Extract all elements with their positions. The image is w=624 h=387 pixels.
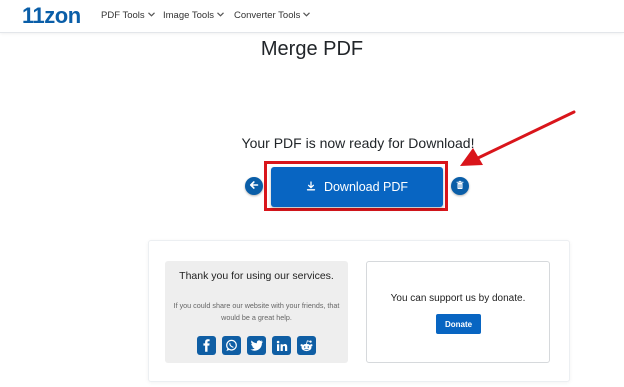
nav-converter-tools-label: Converter Tools <box>234 10 301 21</box>
thank-you-subtitle: If you could share our website with your… <box>173 301 340 322</box>
facebook-icon[interactable] <box>197 336 216 355</box>
nav-image-tools-label: Image Tools <box>163 10 215 21</box>
download-icon <box>306 180 316 194</box>
annotation-arrow-icon <box>460 110 576 166</box>
site-logo[interactable]: 11zon <box>22 3 81 29</box>
reddit-icon[interactable] <box>297 336 316 355</box>
top-navbar: 11zon PDF Tools Image Tools Converter To… <box>0 0 624 33</box>
thank-you-panel: Thank you for using our services. If you… <box>165 261 348 363</box>
download-pdf-button[interactable]: Download PDF <box>271 167 443 207</box>
back-button[interactable] <box>245 177 263 195</box>
trash-icon <box>455 177 465 195</box>
social-share-row <box>197 336 316 355</box>
thank-you-title: Thank you for using our services. <box>179 270 334 282</box>
nav-image-tools[interactable]: Image Tools <box>163 10 224 21</box>
arrow-left-icon <box>249 177 259 195</box>
chevron-down-icon <box>217 12 224 19</box>
nav-converter-tools[interactable]: Converter Tools <box>234 10 311 21</box>
page-title: Merge PDF <box>260 38 364 60</box>
chevron-down-icon <box>303 12 311 19</box>
chevron-down-icon <box>147 12 155 19</box>
donate-button[interactable]: Donate <box>436 314 481 334</box>
support-panel: You can support us by donate. Donate <box>366 261 550 363</box>
support-text: You can support us by donate. <box>390 293 526 304</box>
whatsapp-icon[interactable] <box>222 336 241 355</box>
delete-button[interactable] <box>451 177 469 195</box>
nav-pdf-tools[interactable]: PDF Tools <box>101 10 155 21</box>
linkedin-icon[interactable] <box>272 336 291 355</box>
twitter-icon[interactable] <box>247 336 266 355</box>
nav-pdf-tools-label: PDF Tools <box>101 10 145 21</box>
download-pdf-label: Download PDF <box>323 180 409 194</box>
